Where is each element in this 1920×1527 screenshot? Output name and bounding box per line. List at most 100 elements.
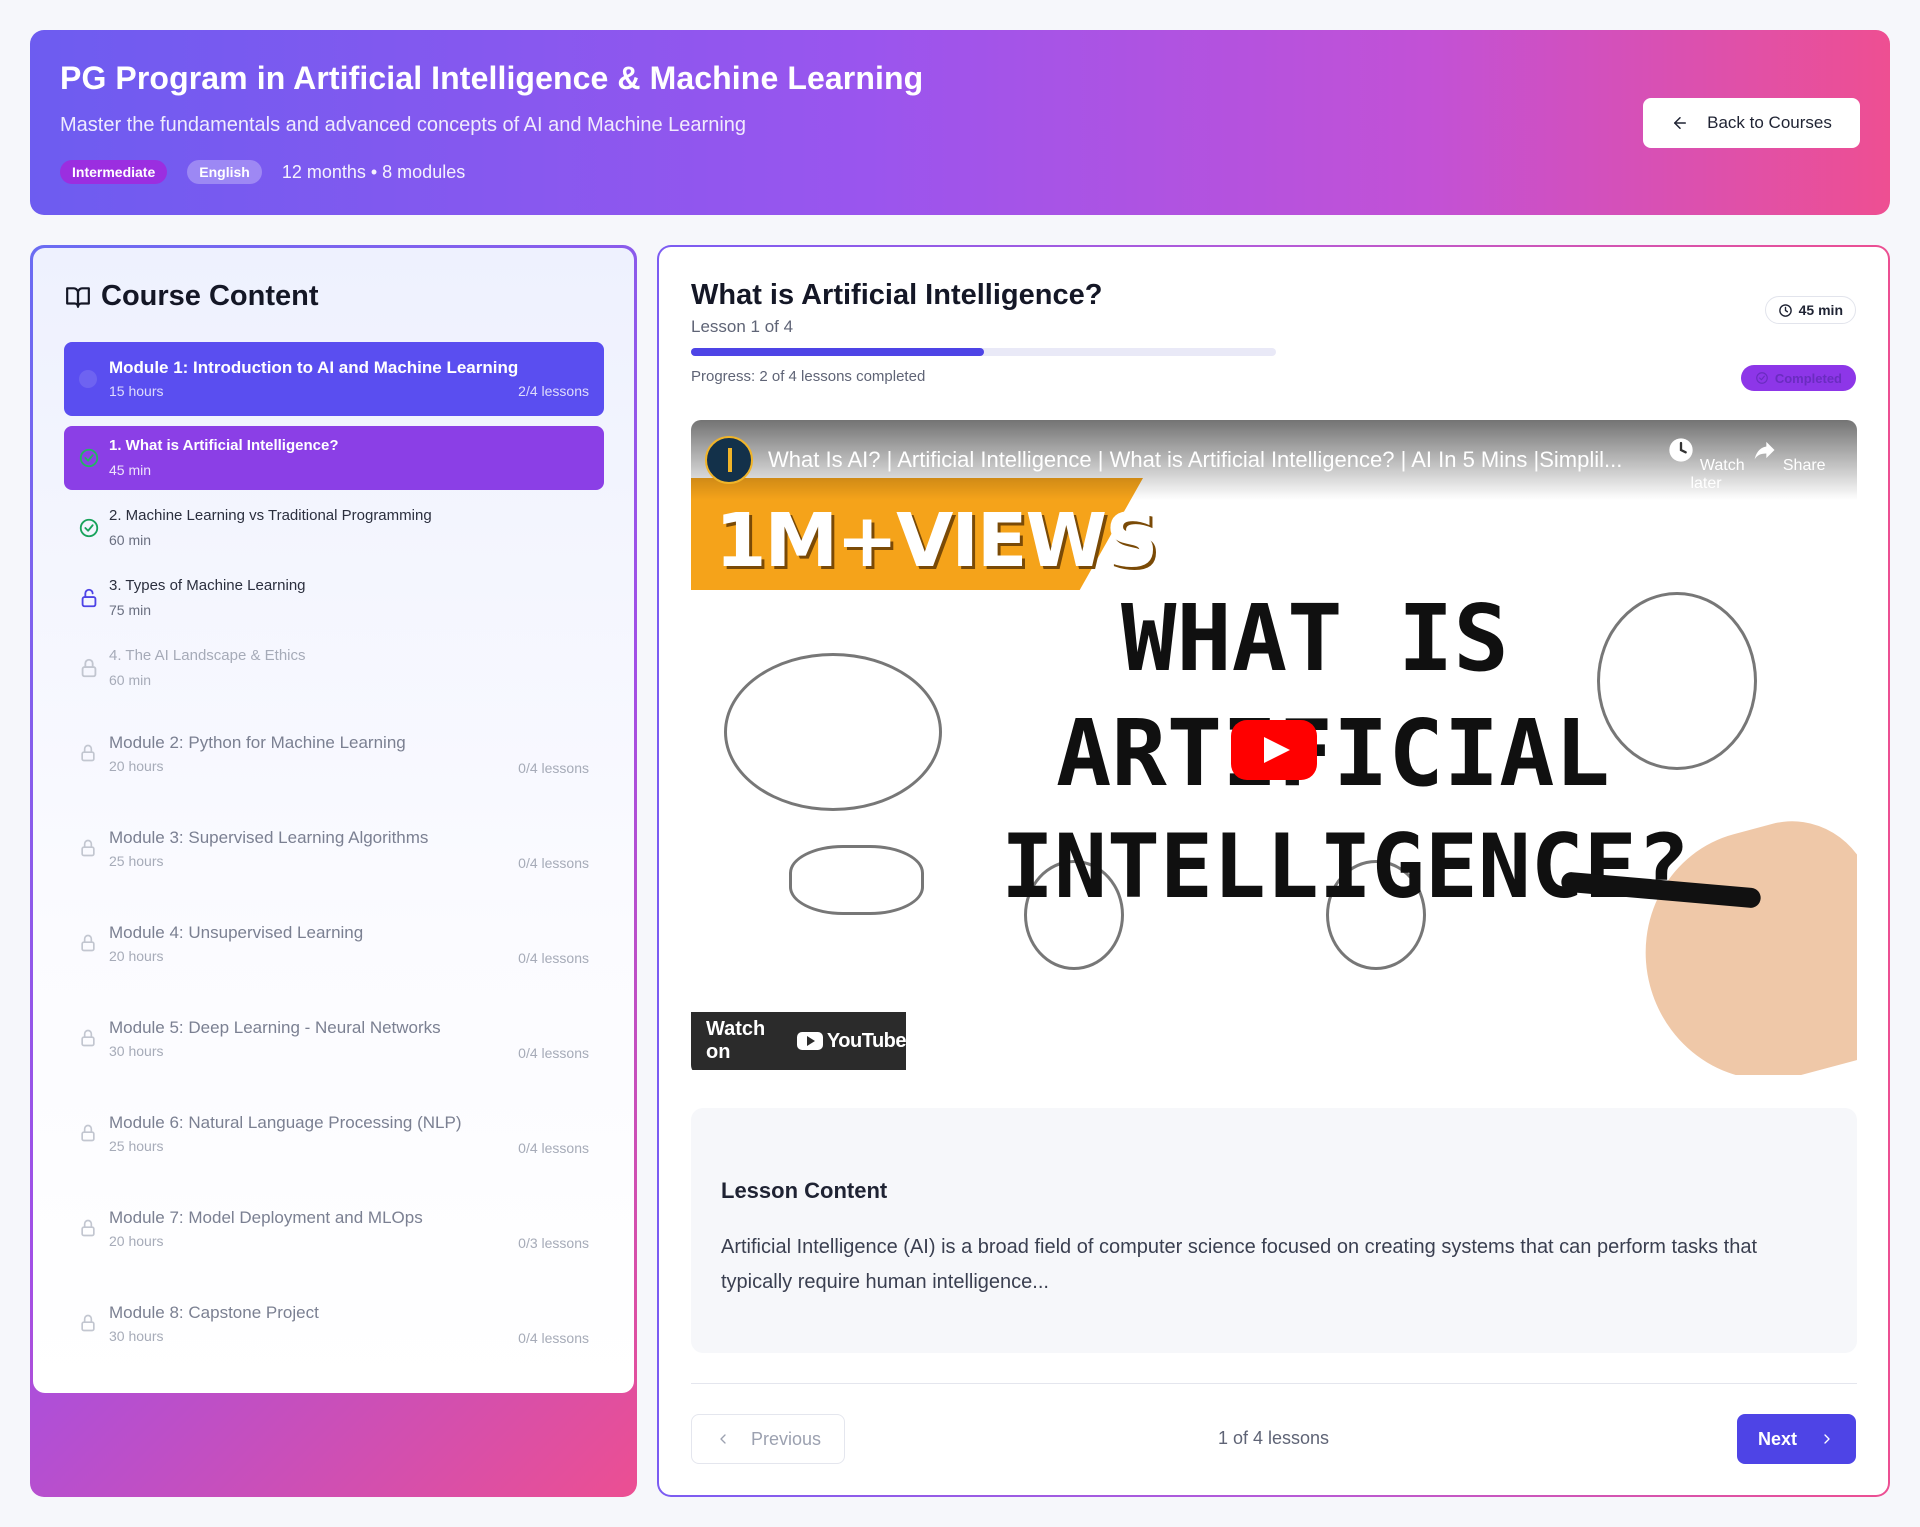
lesson-title: What is Artificial Intelligence? <box>691 279 1103 311</box>
lock-icon <box>81 1314 95 1332</box>
module-title: Module 5: Deep Learning - Neural Network… <box>109 1018 441 1037</box>
module-lesson-count: 0/4 lessons <box>518 1330 589 1346</box>
video-title[interactable]: What Is AI? | Artificial Intelligence | … <box>768 447 1622 473</box>
lesson-progress-fill <box>691 348 984 356</box>
module-title: Module 7: Model Deployment and MLOps <box>109 1208 423 1227</box>
lock-icon <box>81 658 97 678</box>
module-item-3[interactable]: Module 3: Supervised Learning Algorithms… <box>64 820 604 880</box>
footer-divider <box>691 1383 1857 1384</box>
lesson-position: Lesson 1 of 4 <box>691 317 794 336</box>
language-badge: English <box>187 160 262 184</box>
thumbnail-text-line-1: WHAT IS <box>1121 585 1509 692</box>
back-to-courses-button[interactable]: Back to Courses <box>1643 98 1860 148</box>
course-subtitle: Master the fundamentals and advanced con… <box>60 114 747 136</box>
sketch-circle-decoration <box>1597 592 1757 770</box>
level-badge: Intermediate <box>60 160 168 184</box>
module-lesson-count: 0/4 lessons <box>518 950 589 966</box>
completed-badge: Completed <box>1740 365 1856 391</box>
module-lesson-count: 0/4 lessons <box>518 760 589 776</box>
sidebar-title: Course Content <box>65 280 319 313</box>
lesson-item-3[interactable]: 3. Types of Machine Learning 75 min <box>64 566 604 630</box>
module-hours: 15 hours <box>109 383 164 399</box>
module-item-1[interactable]: Module 1: Introduction to AI and Machine… <box>64 342 604 416</box>
lesson-item-1[interactable]: 1. What is Artificial Intelligence? 45 m… <box>64 426 604 490</box>
lesson-pager: 1 of 4 lessons <box>1217 1428 1330 1448</box>
lesson-card: What is Artificial Intelligence? Lesson … <box>657 245 1890 1497</box>
video-player[interactable]: 1M+VIEWS WHAT IS ARTIFICIAL INTELLIGENCE… <box>691 420 1857 1075</box>
module-title: Module 8: Capstone Project <box>109 1303 319 1322</box>
module-hours: 20 hours <box>109 1233 164 1249</box>
check-circle-icon <box>1755 372 1768 384</box>
thumbnail-text-line-2: ARTIFICIAL <box>1056 700 1610 807</box>
youtube-logo: YouTube <box>796 1029 907 1053</box>
play-button[interactable] <box>1231 720 1317 780</box>
sketch-circle-decoration <box>724 653 942 811</box>
module-title: Module 1: Introduction to AI and Machine… <box>109 358 519 377</box>
unlock-icon <box>81 588 97 608</box>
lesson-title: 4. The AI Landscape & Ethics <box>109 647 306 664</box>
module-hours: 25 hours <box>109 1138 164 1154</box>
module-item-8[interactable]: Module 8: Capstone Project 30 hours 0/4 … <box>64 1295 604 1355</box>
lesson-card-body: What is Artificial Intelligence? Lesson … <box>659 247 1888 1495</box>
lesson-item-4[interactable]: 4. The AI Landscape & Ethics 60 min <box>64 636 604 700</box>
course-meta: Intermediate English 12 months • 8 modul… <box>60 160 465 184</box>
check-circle-icon <box>79 448 99 468</box>
check-circle-icon <box>79 518 99 538</box>
module-lesson-count: 0/4 lessons <box>518 1140 589 1156</box>
lesson-duration: 75 min <box>109 602 152 618</box>
clock-icon <box>1669 438 1694 462</box>
completed-badge-label: Completed <box>1774 370 1842 386</box>
thumbnail-text-line-3: INTELLIGENCE? <box>1001 815 1690 918</box>
watch-on-youtube-button[interactable]: Watch on YouTube <box>691 1012 907 1070</box>
watch-later-button[interactable]: Watch later <box>1666 436 1746 493</box>
lesson-duration: 45 min <box>109 462 152 478</box>
channel-avatar[interactable] <box>705 436 753 484</box>
share-label: Share <box>1782 457 1826 474</box>
share-icon <box>1755 441 1775 460</box>
lesson-duration-text: 45 min <box>1798 302 1843 318</box>
arrow-left-icon <box>1674 117 1687 129</box>
module-item-7[interactable]: Module 7: Model Deployment and MLOps 20 … <box>64 1200 604 1260</box>
lesson-content-section: Lesson Content Artificial Intelligence (… <box>691 1108 1857 1353</box>
lock-icon <box>81 744 95 762</box>
lesson-content-heading: Lesson Content <box>721 1178 888 1203</box>
module-item-6[interactable]: Module 6: Natural Language Processing (N… <box>64 1105 604 1165</box>
share-button[interactable]: Share <box>1748 436 1828 475</box>
lock-icon <box>81 1029 95 1047</box>
lesson-item-2[interactable]: 2. Machine Learning vs Traditional Progr… <box>64 496 604 560</box>
lesson-title: 2. Machine Learning vs Traditional Progr… <box>109 507 432 524</box>
course-content-sidebar: Course Content Module 1: Introduction to… <box>30 245 637 1497</box>
module-hours: 30 hours <box>109 1043 164 1059</box>
module-lesson-count: 0/4 lessons <box>518 1045 589 1061</box>
module-title: Module 4: Unsupervised Learning <box>109 923 364 942</box>
lesson-progress-bar <box>691 348 1276 356</box>
course-duration-modules: 12 months • 8 modules <box>281 161 466 182</box>
lesson-duration: 60 min <box>109 672 152 688</box>
lesson-title: 3. Types of Machine Learning <box>109 577 306 594</box>
lesson-title: 1. What is Artificial Intelligence? <box>109 437 339 454</box>
next-button[interactable]: Next <box>1737 1414 1856 1464</box>
watch-on-label: Watch on <box>706 1018 766 1063</box>
next-label: Next <box>1757 1428 1797 1449</box>
module-hours: 25 hours <box>109 853 164 869</box>
module-status-icon <box>79 370 97 388</box>
lesson-duration: 60 min <box>109 532 152 548</box>
chevron-right-icon <box>1824 1434 1830 1444</box>
back-to-courses-label: Back to Courses <box>1707 113 1832 132</box>
sidebar-title-text: Course Content <box>101 280 319 312</box>
lock-icon <box>81 934 95 952</box>
views-banner-text: 1M+VIEWS <box>715 498 1158 584</box>
module-title: Module 6: Natural Language Processing (N… <box>109 1113 462 1132</box>
video-title-bar: What Is AI? | Artificial Intelligence | … <box>691 420 1857 500</box>
progress-text: Progress: 2 of 4 lessons completed <box>691 368 926 385</box>
watch-later-label: Watch later <box>1690 457 1745 492</box>
youtube-wordmark: YouTube <box>826 1029 907 1052</box>
lesson-content-body: Artificial Intelligence (AI) is a broad … <box>721 1236 1758 1293</box>
module-item-2[interactable]: Module 2: Python for Machine Learning 20… <box>64 725 604 785</box>
lesson-duration-badge: 45 min <box>1764 296 1856 324</box>
lock-icon <box>81 1219 95 1237</box>
module-item-5[interactable]: Module 5: Deep Learning - Neural Network… <box>64 1010 604 1070</box>
module-item-4[interactable]: Module 4: Unsupervised Learning 20 hours… <box>64 915 604 975</box>
clock-icon <box>1778 303 1792 317</box>
module-lesson-count: 2/4 lessons <box>518 383 589 399</box>
